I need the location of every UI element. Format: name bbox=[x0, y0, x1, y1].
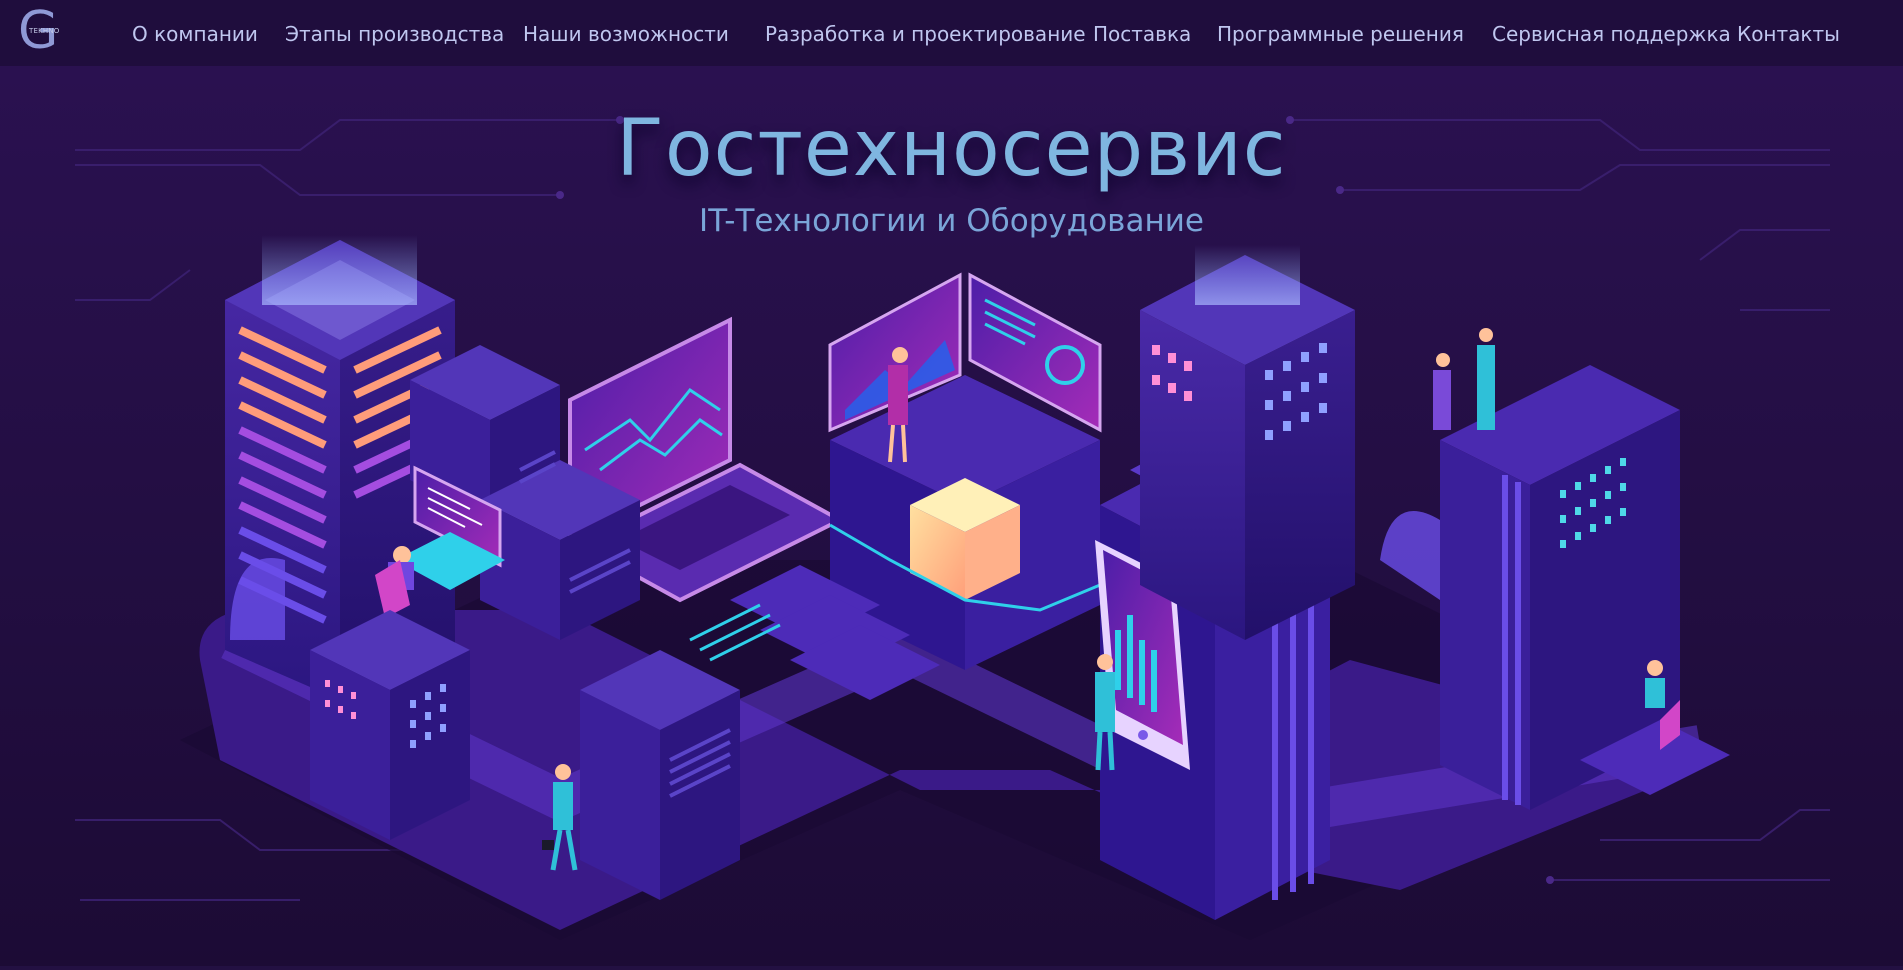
nav-item-about[interactable]: О компании bbox=[132, 22, 258, 46]
nav-item-service-support[interactable]: Сервисная поддержка bbox=[1492, 22, 1731, 46]
hero-title: Гостехносервис bbox=[616, 104, 1287, 194]
hero-subtitle: IT-Технологии и Оборудование bbox=[699, 203, 1204, 239]
nav-item-production-stages[interactable]: Этапы производства bbox=[285, 22, 504, 46]
right-skyscraper bbox=[1140, 245, 1355, 640]
nav-item-software[interactable]: Программные решения bbox=[1217, 22, 1464, 46]
nav-item-development[interactable]: Разработка и проектирование bbox=[765, 22, 1086, 46]
logo-tag: TEKHNO bbox=[29, 27, 60, 35]
nav-item-supply[interactable]: Поставка bbox=[1093, 22, 1191, 46]
top-navigation: G TEKHNO О компании Этапы производства Н… bbox=[0, 0, 1903, 66]
nav-item-contacts[interactable]: Контакты bbox=[1737, 22, 1840, 46]
company-logo[interactable]: G TEKHNO bbox=[18, 2, 62, 60]
hero-banner bbox=[0, 66, 1903, 966]
isometric-city-illustration bbox=[0, 66, 1903, 966]
nav-item-capabilities[interactable]: Наши возможности bbox=[523, 22, 729, 46]
